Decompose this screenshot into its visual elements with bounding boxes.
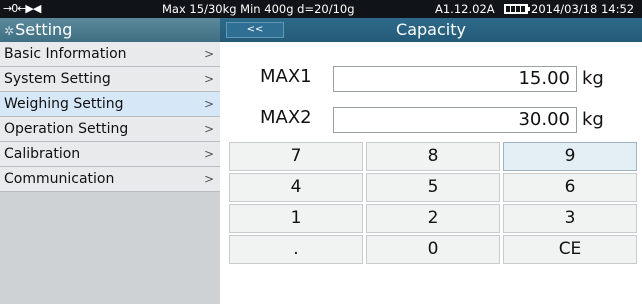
sidebar-item-label: System Setting: [4, 71, 111, 87]
key-decimal[interactable]: .: [229, 235, 363, 264]
max1-field[interactable]: 15.00: [333, 66, 577, 92]
chevron-right-icon: >: [203, 172, 214, 186]
capacity-panel: MAX1 15.00 kg MAX2 30.00 kg 7 8 9 4 5 6 …: [220, 42, 642, 304]
status-bar: →0←▶◀ Max 15/30kg Min 400g d=20/10g A1.1…: [0, 0, 642, 18]
sidebar-item-operation-setting[interactable]: Operation Setting >: [0, 117, 220, 142]
sidebar: Basic Information > System Setting > Wei…: [0, 42, 220, 304]
sidebar-item-label: Calibration: [4, 146, 81, 162]
key-3[interactable]: 3: [503, 204, 637, 233]
battery-icon: [504, 4, 530, 14]
key-0[interactable]: 0: [366, 235, 500, 264]
max2-label: MAX2: [260, 107, 312, 128]
sidebar-item-communication[interactable]: Communication >: [0, 167, 220, 192]
back-button[interactable]: <<: [226, 22, 284, 38]
capacity-info: Max 15/30kg Min 400g d=20/10g: [162, 2, 355, 16]
key-6[interactable]: 6: [503, 173, 637, 202]
sidebar-item-label: Operation Setting: [4, 121, 129, 137]
key-2[interactable]: 2: [366, 204, 500, 233]
settings-header: ✲Setting: [0, 18, 220, 42]
gear-icon: ✲: [4, 24, 15, 38]
key-7[interactable]: 7: [229, 142, 363, 171]
key-8[interactable]: 8: [366, 142, 500, 171]
sidebar-item-label: Communication: [4, 171, 115, 187]
max1-unit: kg: [582, 68, 604, 89]
key-9[interactable]: 9: [503, 142, 637, 171]
sidebar-item-label: Weighing Setting: [4, 96, 124, 112]
content-header: Capacity <<: [220, 18, 642, 42]
key-clear-entry[interactable]: CE: [503, 235, 637, 264]
sidebar-item-weighing-setting[interactable]: Weighing Setting >: [0, 92, 220, 117]
sidebar-item-basic-information[interactable]: Basic Information >: [0, 42, 220, 67]
zero-tare-indicator-icon: →0←▶◀: [3, 2, 41, 15]
max2-unit: kg: [582, 109, 604, 130]
chevron-right-icon: >: [203, 97, 214, 111]
sidebar-item-calibration[interactable]: Calibration >: [0, 142, 220, 167]
key-4[interactable]: 4: [229, 173, 363, 202]
chevron-right-icon: >: [203, 147, 214, 161]
key-5[interactable]: 5: [366, 173, 500, 202]
chevron-right-icon: >: [203, 47, 214, 61]
max2-field[interactable]: 30.00: [333, 107, 577, 133]
key-1[interactable]: 1: [229, 204, 363, 233]
chevron-right-icon: >: [203, 122, 214, 136]
chevron-right-icon: >: [203, 72, 214, 86]
sidebar-item-label: Basic Information: [4, 46, 127, 62]
firmware-version: A1.12.02A: [435, 2, 495, 16]
date-time: 2014/03/18 14:52: [531, 2, 635, 16]
max1-label: MAX1: [260, 66, 312, 87]
sidebar-item-system-setting[interactable]: System Setting >: [0, 67, 220, 92]
page-title: Setting: [15, 20, 73, 39]
